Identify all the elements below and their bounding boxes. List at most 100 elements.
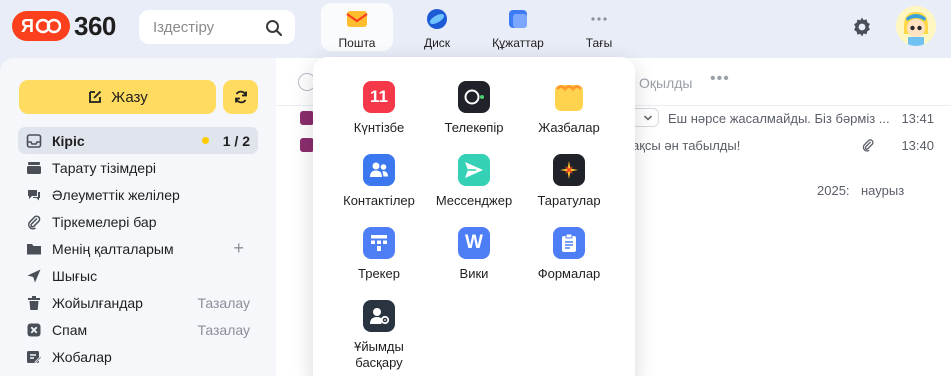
clear-spam-link[interactable]: Тазалау	[197, 322, 250, 338]
add-folder-plus-icon[interactable]: +	[233, 238, 244, 259]
app-label: Трекер	[358, 266, 400, 281]
date-month: наурыз	[861, 183, 905, 198]
documents-icon	[509, 10, 527, 28]
search-icon[interactable]	[265, 19, 283, 37]
org-admin-icon	[363, 300, 395, 332]
sidebar-item-mailing-lists[interactable]: Тарату тізімдері	[18, 154, 258, 181]
telemost-glyph	[464, 89, 484, 105]
messenger-glyph	[465, 162, 483, 178]
app-forms[interactable]: Формалар	[521, 227, 617, 282]
app-contacts[interactable]: Контактілер	[331, 154, 427, 209]
app-mailings[interactable]: Таратулар	[521, 154, 617, 209]
folder-nav: Кіріс 1 / 2 Тарату тізімдері Әлеуметтік …	[18, 127, 258, 370]
calendar-icon-number: 11	[370, 87, 388, 106]
mail-envelope-icon	[346, 11, 368, 27]
inbox-count: 1 / 2	[222, 132, 250, 149]
search-input[interactable]	[153, 18, 263, 36]
sidebar-item-my-folders[interactable]: Менің қалталарым +	[18, 235, 258, 262]
sidebar-item-label: Тіркемелері бар	[52, 213, 157, 230]
sidebar-item-inbox[interactable]: Кіріс 1 / 2	[18, 127, 258, 154]
toolbar-more-button[interactable]: •••	[710, 70, 730, 88]
tracker-icon	[363, 227, 395, 259]
user-avatar[interactable]	[896, 6, 936, 46]
app-label: Контактілер	[343, 193, 415, 208]
forms-glyph	[562, 233, 576, 252]
paperclip-icon	[28, 214, 41, 229]
sidebar-item-label: Әлеуметтік желілер	[52, 186, 180, 203]
sidebar-item-label: Менің қалталарым	[52, 240, 174, 257]
app-messenger[interactable]: Мессенджер	[426, 154, 522, 209]
mail-subject: ақсы ән табылды!	[632, 137, 741, 153]
app-label: Жазбалар	[538, 120, 600, 135]
service-disk-label: Диск	[423, 36, 451, 50]
app-wiki[interactable]: W Вики	[426, 227, 522, 282]
trash-icon	[28, 295, 40, 310]
refresh-button[interactable]	[223, 80, 258, 114]
refresh-icon	[234, 90, 247, 104]
sidebar-item-label: Спам	[52, 321, 88, 338]
service-more[interactable]: Тағы	[563, 3, 635, 51]
app-label: Вики	[459, 266, 489, 281]
spam-icon	[27, 323, 41, 336]
sidebar-item-sent[interactable]: Шығыс	[18, 262, 258, 289]
app-label: Формалар	[537, 266, 601, 281]
search-box[interactable]	[139, 10, 295, 44]
chevron-down-icon	[643, 115, 653, 121]
logo-ya-badge: Я	[12, 11, 70, 41]
app-label: Ұйымды басқару	[354, 339, 404, 371]
sidebar-item-spam[interactable]: Спам Тазалау	[18, 316, 258, 343]
service-documents-label: Құжаттар	[492, 36, 544, 50]
mail-subject: Еш нәрсе жасалмайды. Біз бәрміз ...	[668, 110, 890, 126]
attachment-clip-icon	[862, 139, 874, 152]
mail-time: 13:40	[901, 137, 934, 153]
service-mail-label: Пошта	[338, 36, 376, 50]
inbox-icon	[26, 133, 42, 148]
app-org-admin[interactable]: Ұйымды басқару	[331, 300, 427, 371]
wiki-icon: W	[458, 227, 490, 259]
org-admin-glyph	[370, 308, 390, 325]
notes-icon	[553, 81, 585, 113]
compose-pencil-icon	[89, 90, 102, 103]
app-calendar[interactable]: 11 Күнтізбе	[331, 81, 427, 136]
logo-360-text: 360	[74, 10, 116, 41]
service-documents[interactable]: Құжаттар	[482, 3, 554, 51]
sidebar-item-social[interactable]: Әлеуметтік желілер	[18, 181, 258, 208]
logo-ya-letter: Я	[21, 15, 34, 36]
wiki-icon-letter: W	[465, 232, 483, 253]
social-icon	[28, 189, 40, 200]
app-label: Мессенджер	[435, 193, 513, 208]
messenger-icon	[458, 154, 490, 186]
calendar-icon: 11	[363, 81, 395, 113]
settings-gear-icon[interactable]	[850, 15, 874, 39]
sidebar-item-attachments[interactable]: Тіркемелері бар	[18, 208, 258, 235]
app-label: Күнтізбе	[353, 120, 405, 135]
more-dots-icon	[591, 17, 607, 21]
drafts-icon	[27, 350, 42, 363]
mail-time: 13:41	[901, 110, 934, 126]
folder-icon	[27, 243, 41, 254]
logo-circles-icon	[35, 18, 61, 34]
sidebar-item-drafts[interactable]: Жобалар	[18, 343, 258, 370]
sidebar-item-label: Шығыс	[52, 267, 98, 284]
notes-glyph	[555, 85, 583, 111]
sidebar-item-trash[interactable]: Жойылғандар Тазалау	[18, 289, 258, 316]
mailings-glyph	[560, 161, 578, 179]
sidebar: Жазу Кіріс 1 / 2 Тарату тізімдері Әлеуме…	[0, 58, 276, 376]
sidebar-item-label: Жойылғандар	[52, 294, 143, 311]
clear-trash-link[interactable]: Тазалау	[197, 295, 250, 311]
yandex-360-logo[interactable]: Я 360	[12, 10, 116, 42]
service-disk[interactable]: Диск	[401, 3, 473, 51]
contacts-icon	[363, 154, 395, 186]
date-year: 2025:	[817, 183, 850, 198]
app-tracker[interactable]: Трекер	[331, 227, 427, 282]
sender-avatar	[300, 138, 314, 152]
compose-button[interactable]: Жазу	[19, 80, 216, 114]
service-mail[interactable]: Пошта	[321, 3, 393, 51]
contacts-glyph	[370, 162, 388, 177]
service-more-label: Тағы	[585, 36, 613, 50]
app-notes[interactable]: Жазбалар	[521, 81, 617, 136]
forms-icon	[553, 227, 585, 259]
mark-read-button[interactable]: Оқылды	[639, 75, 692, 91]
sidebar-item-label: Кіріс	[52, 132, 85, 149]
app-telemost[interactable]: Телекөпір	[426, 81, 522, 136]
